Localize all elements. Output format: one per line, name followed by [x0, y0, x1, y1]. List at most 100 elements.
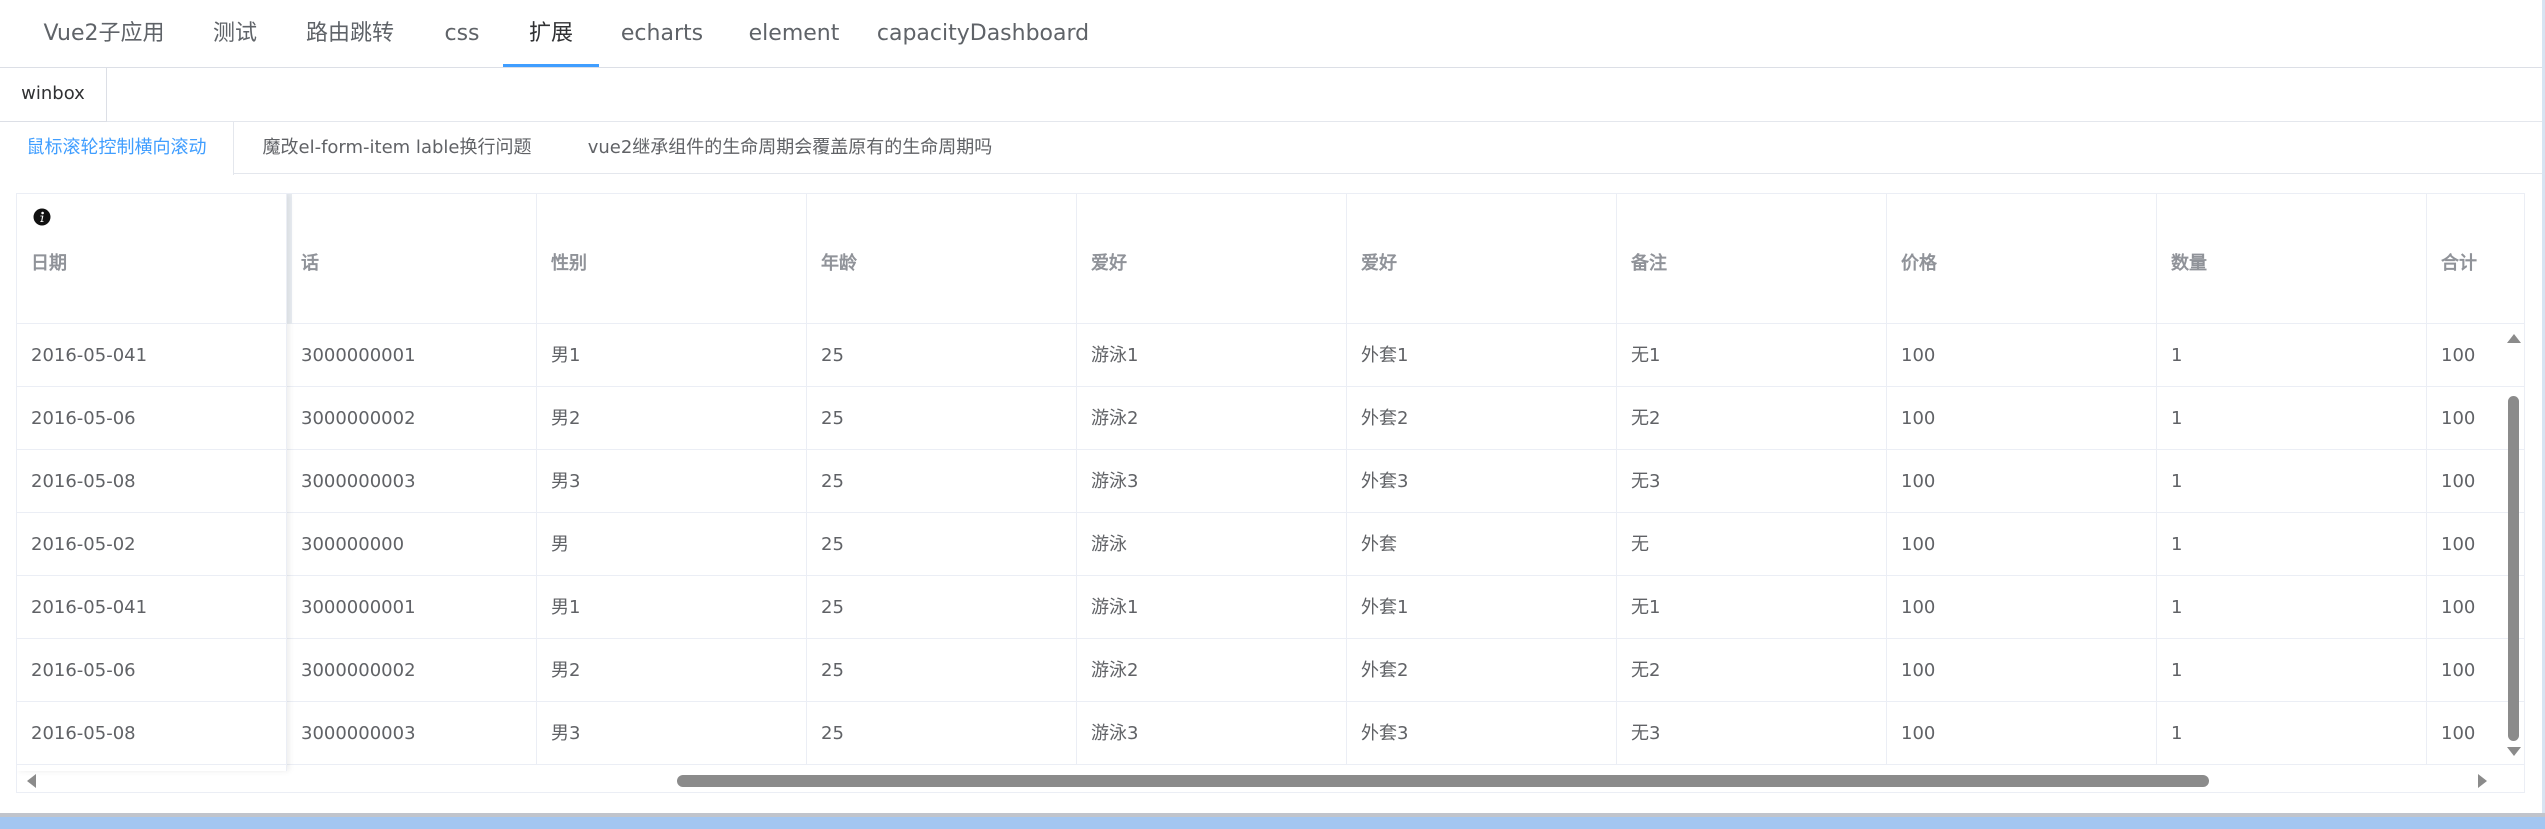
- tab-capacity-dashboard[interactable]: capacityDashboard: [876, 0, 1090, 68]
- cell-phone: 3000000002: [287, 387, 537, 450]
- header-hobby-2: 爱好: [1347, 194, 1617, 324]
- cell-gender: 男: [537, 513, 807, 576]
- active-tab-indicator: [503, 64, 599, 67]
- header-date: 日期: [17, 194, 287, 324]
- cell-gender: 男2: [537, 387, 807, 450]
- cell-price: 100: [1887, 324, 2157, 387]
- tab-vue2-subapp[interactable]: Vue2子应用: [40, 0, 168, 68]
- cell-remark: 无2: [1617, 639, 1887, 702]
- cell-age: 25: [807, 450, 1077, 513]
- header-phone: 话: [287, 194, 537, 324]
- vertical-scrollbar[interactable]: [2501, 324, 2524, 769]
- cell-hobby: 游泳1: [1077, 576, 1347, 639]
- header-gender: 性别: [537, 194, 807, 324]
- header-hobby: 爱好: [1077, 194, 1347, 324]
- bottom-status-bar: [0, 817, 2545, 829]
- cell-quantity: 1: [2157, 324, 2427, 387]
- cell-remark: 无1: [1617, 576, 1887, 639]
- cell-date: 2016-05-041: [17, 576, 287, 639]
- header-date-label: 日期: [31, 253, 67, 274]
- cell-remark: 无: [1617, 513, 1887, 576]
- header-price: 价格: [1887, 194, 2157, 324]
- tab-extend[interactable]: 扩展: [510, 0, 592, 68]
- cell-hobby: 游泳3: [1077, 702, 1347, 765]
- cell-date: 2016-05-06: [17, 387, 287, 450]
- cell-gender: 男3: [537, 702, 807, 765]
- winbox-tab[interactable]: winbox: [0, 68, 107, 122]
- cell-age: 25: [807, 513, 1077, 576]
- fixed-date-body: 2016-05-041 2016-05-06 2016-05-08 2016-0…: [17, 324, 287, 771]
- header-total: 合计: [2441, 253, 2477, 274]
- cell-hobby: 游泳2: [1077, 639, 1347, 702]
- tab-test[interactable]: 测试: [200, 0, 270, 68]
- horizontal-scrollbar[interactable]: [17, 769, 2524, 792]
- cell-age: 25: [807, 639, 1077, 702]
- header-age: 年龄: [807, 194, 1077, 324]
- cell-hobby-2: 外套2: [1347, 387, 1617, 450]
- subtab-vue2-lifecycle[interactable]: vue2继承组件的生命周期会覆盖原有的生命周期吗: [574, 122, 1006, 174]
- cell-price: 100: [1887, 639, 2157, 702]
- table-row: 300000000 男 25 游泳 外套 无 100 1 100: [17, 513, 2524, 576]
- table-row: 3000000003 男3 25 游泳3 外套3 无3 100 1 100: [17, 702, 2524, 765]
- tab-route-jump[interactable]: 路由跳转: [300, 0, 400, 68]
- header-quantity: 数量: [2157, 194, 2427, 324]
- cell-gender: 男1: [537, 324, 807, 387]
- cell-date: 2016-05-08: [17, 702, 287, 765]
- table-row: 3000000002 男2 25 游泳2 外套2 无2 100 1 100: [17, 639, 2524, 702]
- vertical-scroll-thumb[interactable]: [2508, 396, 2519, 741]
- table-row: 3000000002 男2 25 游泳2 外套2 无2 100 1 100: [17, 387, 2524, 450]
- data-table: 话 性别 年龄 爱好 爱好 备注 价格 数量 合计 3000000001 男1 …: [16, 193, 2525, 793]
- tab-echarts[interactable]: echarts: [612, 0, 712, 68]
- cell-phone: 3000000001: [287, 576, 537, 639]
- cell-gender: 男1: [537, 576, 807, 639]
- cell-date: 2016-05-02: [17, 513, 287, 576]
- horizontal-scroll-thumb[interactable]: [677, 775, 2209, 787]
- cell-quantity: 1: [2157, 387, 2427, 450]
- cell-quantity: 1: [2157, 576, 2427, 639]
- info-circle-icon[interactable]: [33, 208, 51, 226]
- cell-phone: 3000000002: [287, 639, 537, 702]
- cell-hobby-2: 外套2: [1347, 639, 1617, 702]
- table-body: 3000000001 男1 25 游泳1 外套1 无1 100 1 100 30…: [17, 324, 2524, 769]
- header-remark: 备注: [1617, 194, 1887, 324]
- cell-remark: 无1: [1617, 324, 1887, 387]
- subtab-form-item-label[interactable]: 魔改el-form-item lable换行问题: [254, 122, 540, 174]
- cell-quantity: 1: [2157, 450, 2427, 513]
- table-row: 3000000001 男1 25 游泳1 外套1 无1 100 1 100: [17, 324, 2524, 387]
- cell-date: 2016-05-041: [17, 324, 287, 387]
- cell-hobby-2: 外套3: [1347, 702, 1617, 765]
- table-header: 话 性别 年龄 爱好 爱好 备注 价格 数量 合计: [17, 194, 2524, 324]
- table-row: 3000000003 男3 25 游泳3 外套3 无3 100 1 100: [17, 450, 2524, 513]
- subtab-mouse-wheel-scroll[interactable]: 鼠标滚轮控制横向滚动: [0, 122, 234, 175]
- tab-css[interactable]: css: [430, 0, 494, 68]
- scroll-right-arrow-icon[interactable]: [2478, 774, 2487, 788]
- cell-quantity: 1: [2157, 513, 2427, 576]
- winbox-row: winbox: [0, 68, 2545, 122]
- cell-price: 100: [1887, 513, 2157, 576]
- cell-phone: 3000000001: [287, 324, 537, 387]
- cell-gender: 男2: [537, 639, 807, 702]
- cell-price: 100: [1887, 576, 2157, 639]
- cell-quantity: 1: [2157, 639, 2427, 702]
- tab-element[interactable]: element: [740, 0, 848, 68]
- scroll-left-arrow-icon[interactable]: [27, 774, 36, 788]
- cell-age: 25: [807, 702, 1077, 765]
- cell-age: 25: [807, 387, 1077, 450]
- cell-price: 100: [1887, 702, 2157, 765]
- cell-phone: 300000000: [287, 513, 537, 576]
- fixed-date-column: 日期 2016-05-041 2016-05-06 2016-05-08 201…: [17, 194, 287, 771]
- cell-price: 100: [1887, 450, 2157, 513]
- scroll-down-arrow-icon[interactable]: [2507, 747, 2521, 756]
- cell-phone: 3000000003: [287, 702, 537, 765]
- table-row: 3000000001 男1 25 游泳1 外套1 无1 100 1 100: [17, 576, 2524, 639]
- cell-age: 25: [807, 324, 1077, 387]
- scroll-up-arrow-icon[interactable]: [2507, 334, 2521, 343]
- cell-hobby: 游泳1: [1077, 324, 1347, 387]
- cell-hobby-2: 外套1: [1347, 576, 1617, 639]
- cell-hobby-2: 外套: [1347, 513, 1617, 576]
- cell-age: 25: [807, 576, 1077, 639]
- sub-tab-bar: 鼠标滚轮控制横向滚动 魔改el-form-item lable换行问题 vue2…: [0, 122, 2545, 175]
- cell-hobby-2: 外套1: [1347, 324, 1617, 387]
- cell-hobby-2: 外套3: [1347, 450, 1617, 513]
- cell-date: 2016-05-06: [17, 639, 287, 702]
